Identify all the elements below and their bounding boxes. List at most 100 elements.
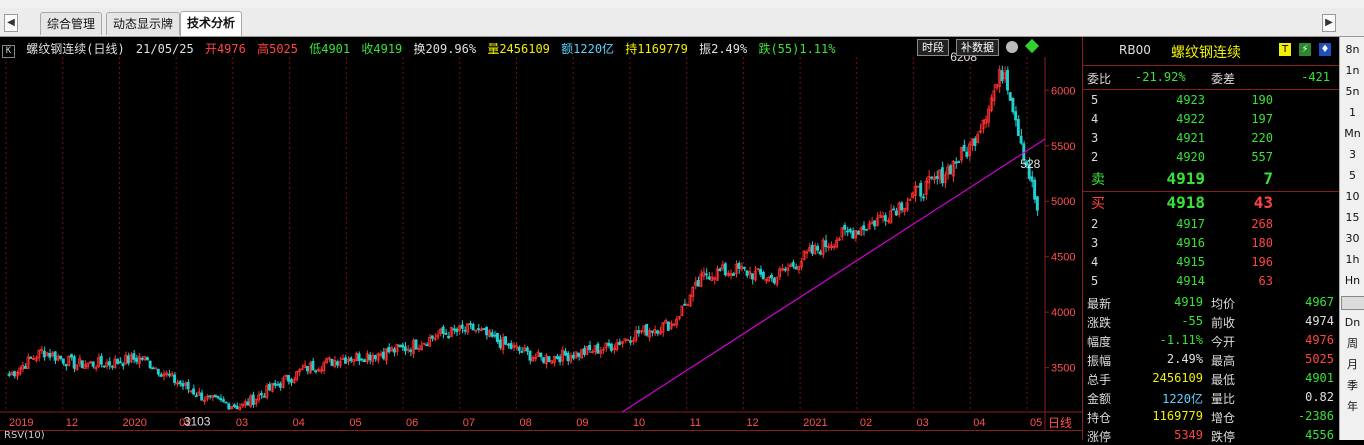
candle-body bbox=[645, 324, 649, 336]
candle-body bbox=[864, 228, 868, 231]
period-button[interactable]: 周 bbox=[1341, 335, 1364, 353]
candle-body bbox=[102, 365, 106, 368]
period-button[interactable] bbox=[1341, 296, 1364, 310]
y-tick-label: 3500 bbox=[1051, 363, 1075, 375]
candle-body bbox=[154, 367, 158, 370]
candle-body bbox=[259, 392, 263, 396]
candle-body bbox=[306, 365, 309, 372]
candle-body bbox=[425, 344, 429, 347]
tab-scroll-right-icon[interactable]: ▶ bbox=[1322, 14, 1336, 32]
candle-body bbox=[791, 262, 795, 267]
close-price: 收4919 bbox=[361, 42, 403, 56]
candle-body bbox=[1035, 196, 1039, 211]
candle-body bbox=[718, 268, 722, 272]
fill-data-button[interactable]: 补数据 bbox=[956, 39, 999, 56]
period-sidebar: 8n 1n 5n 1 Mn 3 5 10 15 30 1h Hn Dn 周月季年 bbox=[1339, 37, 1364, 440]
weibi-row: 委比 -21.92% 委差 -421 bbox=[1083, 67, 1340, 90]
trend-line bbox=[621, 138, 1046, 413]
stat-label: 均价 bbox=[1211, 297, 1236, 311]
period-button[interactable]: 月 bbox=[1341, 356, 1364, 374]
stat-label: 今开 bbox=[1211, 335, 1236, 349]
settings-gear-icon[interactable] bbox=[1006, 41, 1018, 53]
bid-row[interactable]: 2 4917 268 bbox=[1083, 215, 1340, 234]
ask-row[interactable]: 3 4921 220 bbox=[1083, 129, 1340, 148]
stat-label: 总手 bbox=[1087, 373, 1112, 387]
period-button[interactable]: 年 bbox=[1341, 398, 1364, 416]
candle-body bbox=[227, 403, 231, 410]
ask-row[interactable]: 5 4923 190 bbox=[1083, 91, 1340, 110]
tab-overview[interactable]: 综合管理 bbox=[40, 12, 103, 35]
candle-body bbox=[783, 268, 787, 271]
period-button[interactable]: Hn bbox=[1341, 272, 1364, 290]
ask-row[interactable]: 2 4920 557 bbox=[1083, 148, 1340, 167]
period-button[interactable]: 10 bbox=[1341, 188, 1364, 206]
book-price: 4915 bbox=[1176, 255, 1205, 269]
candle-body bbox=[1016, 119, 1020, 137]
candle-body bbox=[862, 225, 866, 230]
period-button[interactable]: 5n bbox=[1341, 83, 1364, 101]
book-level: 3 bbox=[1091, 236, 1099, 250]
candle-body bbox=[851, 230, 855, 239]
bid-row[interactable]: 5 4914 63 bbox=[1083, 272, 1340, 291]
candle-body bbox=[99, 355, 103, 365]
bid-row[interactable]: 3 4916 180 bbox=[1083, 234, 1340, 253]
candle-body bbox=[566, 352, 570, 361]
stat-label: 最高 bbox=[1211, 354, 1236, 368]
bid-row[interactable]: 买 4918 43 bbox=[1083, 191, 1340, 215]
period-button[interactable]: 1n bbox=[1341, 62, 1364, 80]
candle-body bbox=[72, 356, 76, 369]
stat-row: 总手 2456109 最低 4901 bbox=[1083, 369, 1340, 388]
ask-row[interactable]: 卖 4919 7 bbox=[1083, 167, 1340, 192]
candle-body bbox=[48, 352, 52, 358]
stat-label: 涨停 bbox=[1087, 430, 1112, 444]
tab-dynamic-board[interactable]: 动态显示牌 bbox=[106, 12, 181, 35]
ask-row[interactable]: 4 4922 197 bbox=[1083, 110, 1340, 129]
stat-label: 跌停 bbox=[1211, 430, 1236, 444]
period-button[interactable]: 时段 bbox=[917, 39, 949, 56]
candle-body bbox=[577, 352, 581, 357]
period-button[interactable]: 1 bbox=[1341, 104, 1364, 122]
flash-icon[interactable]: ⚡ bbox=[1299, 43, 1311, 56]
diamond-mode-icon[interactable]: ♦ bbox=[1319, 43, 1331, 56]
stat-label: 振幅 bbox=[1087, 354, 1112, 368]
tab-scroll-left-icon[interactable]: ◀ bbox=[4, 14, 18, 32]
kline-toggle-icon[interactable]: K bbox=[2, 45, 15, 58]
candle-body bbox=[848, 228, 852, 232]
kline-chart-area[interactable]: 3500 4000 4500 5000 5500 6000 2019 12 2020 02 03 04… bbox=[0, 37, 1082, 440]
period-button[interactable]: 3 bbox=[1341, 146, 1364, 164]
period-button[interactable]: 季 bbox=[1341, 377, 1364, 395]
candle-body bbox=[506, 343, 510, 346]
candle-body bbox=[61, 358, 65, 364]
book-price: 4918 bbox=[1166, 193, 1205, 212]
candle-body bbox=[403, 346, 407, 352]
candle-body bbox=[596, 343, 600, 354]
book-price: 4914 bbox=[1176, 274, 1205, 288]
candle-body bbox=[965, 151, 969, 157]
period-button[interactable]: 30 bbox=[1341, 230, 1364, 248]
text-mode-icon[interactable]: T bbox=[1279, 43, 1291, 56]
x-tick-label: 11 bbox=[690, 417, 701, 429]
x-tick-label: 04 bbox=[293, 417, 305, 429]
candle-body bbox=[392, 348, 396, 353]
candle-body bbox=[504, 336, 508, 345]
stat-value: 0.82 bbox=[1305, 390, 1334, 404]
period-button[interactable]: Mn bbox=[1341, 125, 1364, 143]
period-button[interactable]: 1h bbox=[1341, 251, 1364, 269]
candle-body bbox=[173, 374, 177, 384]
candle-body bbox=[145, 357, 149, 361]
candle-body bbox=[794, 266, 798, 270]
candle-body bbox=[278, 383, 282, 388]
kline-chart[interactable]: 3500 4000 4500 5000 5500 6000 2019 12 2020 02 03 04… bbox=[0, 37, 1082, 440]
period-button[interactable]: Dn bbox=[1341, 314, 1364, 332]
candle-body bbox=[430, 335, 434, 339]
tab-technical-analysis[interactable]: 技术分析 bbox=[180, 11, 243, 36]
period-button[interactable]: 8n bbox=[1341, 41, 1364, 59]
stat-label: 增仓 bbox=[1211, 411, 1236, 425]
period-button[interactable]: 15 bbox=[1341, 209, 1364, 227]
bid-row[interactable]: 4 4915 196 bbox=[1083, 253, 1340, 272]
candle-body bbox=[954, 161, 958, 164]
candle-body bbox=[447, 335, 451, 339]
weicha-label: 委差 bbox=[1211, 72, 1236, 86]
amplitude: 振2.49% bbox=[699, 42, 748, 56]
period-button[interactable]: 5 bbox=[1341, 167, 1364, 185]
